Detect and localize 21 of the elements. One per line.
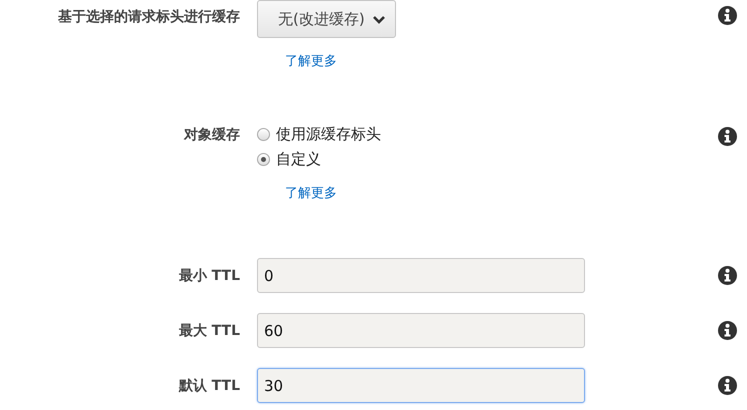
field-label: 对象缓存 bbox=[184, 126, 240, 145]
info-icon[interactable] bbox=[718, 127, 737, 146]
learn-more-link[interactable]: 了解更多 bbox=[285, 52, 680, 70]
learn-more-link[interactable]: 了解更多 bbox=[285, 184, 680, 202]
radio-button[interactable] bbox=[257, 128, 270, 141]
info-icon[interactable] bbox=[718, 321, 737, 340]
radio-label[interactable]: 自定义 bbox=[276, 150, 321, 169]
info-icon[interactable] bbox=[718, 6, 737, 25]
info-icon[interactable] bbox=[718, 376, 737, 395]
field-label: 基于选择的请求标头进行缓存 bbox=[58, 8, 240, 27]
ttl-input[interactable]: 60 bbox=[257, 313, 585, 348]
field-label: 最小 TTL bbox=[178, 266, 240, 284]
ttl-input[interactable]: 30 bbox=[257, 368, 585, 403]
field-label: 默认 TTL bbox=[178, 376, 240, 394]
radio-label[interactable]: 使用源缓存标头 bbox=[276, 125, 381, 144]
field-label: 最大 TTL bbox=[178, 322, 240, 340]
cache-dropdown[interactable]: 无(改进缓存) bbox=[257, 0, 396, 38]
radio-button[interactable] bbox=[257, 153, 270, 166]
info-icon[interactable] bbox=[718, 266, 737, 285]
ttl-input[interactable]: 0 bbox=[257, 258, 585, 293]
chevron-down-icon bbox=[372, 14, 385, 24]
